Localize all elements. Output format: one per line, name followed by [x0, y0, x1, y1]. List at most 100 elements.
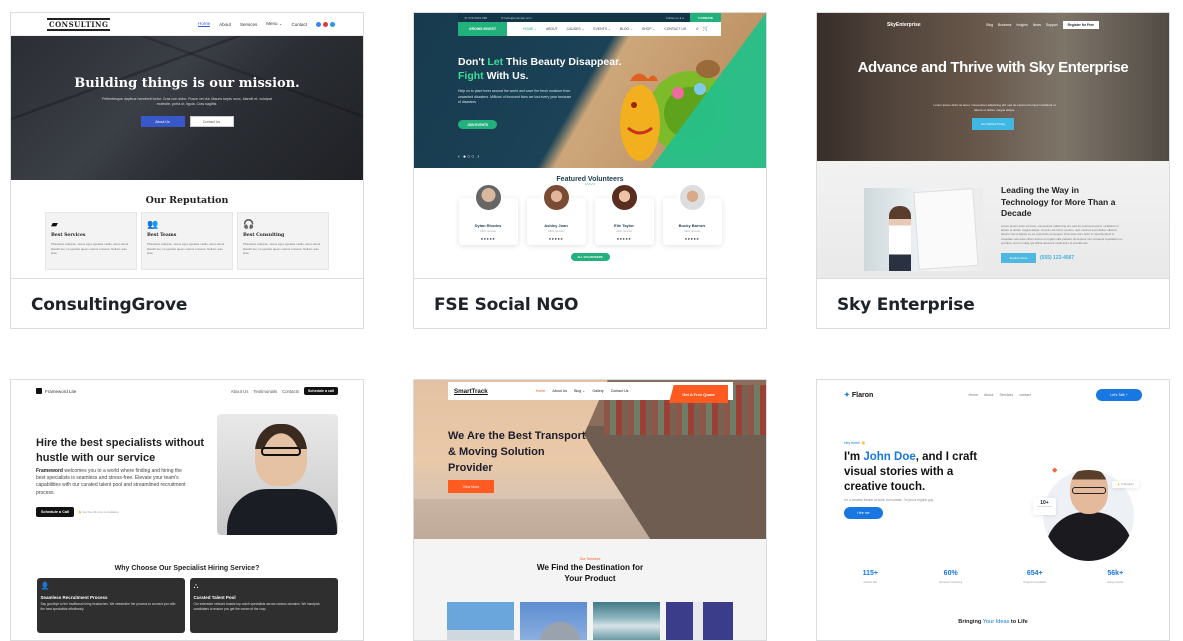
preview-nav-item: SHOP ⌄	[641, 27, 656, 31]
wave-divider-icon: 〰〰	[584, 182, 595, 188]
feature-title: Curated Talent Pool	[193, 595, 236, 600]
preview-nav-item: Support	[1046, 23, 1058, 27]
volunteer-role: CEO, Envato	[547, 229, 565, 233]
preview-nav-item: Business	[998, 23, 1012, 27]
volunteer-name: Dylan Rhodes	[474, 223, 502, 228]
preview-nav-item: EVENTS ⌄	[593, 27, 611, 31]
feature-text: Our extensive network boasts top-notch s…	[193, 602, 320, 611]
theme-screenshot[interactable]: ☏ 078 9623 298 ✉ hello@example.com Follo…	[414, 13, 766, 279]
theme-screenshot[interactable]: SmartTrack Home About Us Blog ⌄ Gallery …	[414, 380, 766, 640]
preview-hero: Hey there! 👋 I'm John Doe, and I craft v…	[817, 410, 1169, 561]
preview-nav-item: Contact Us	[610, 389, 629, 393]
preview-nav-item: ABOUT	[545, 27, 558, 31]
preview-nav-item: Contacts	[282, 388, 300, 394]
theme-card-flaron[interactable]: ✦ Flaron Home About Services contact Let'…	[816, 379, 1170, 641]
avatar	[541, 183, 571, 212]
theme-name[interactable]: ConsultingGrove	[11, 279, 363, 328]
cart-icon: 🛒	[702, 26, 710, 32]
theme-card-smarttrack[interactable]: SmartTrack Home About Us Blog ⌄ Gallery …	[413, 379, 767, 641]
volunteer-card: Elle Taylor CEO, Envato ●●●●●	[594, 183, 654, 245]
preview-hero: SkyEnterprise Blog Business Insights New…	[817, 13, 1169, 161]
volunteer-name: Elle Taylor	[614, 223, 634, 228]
theme-screenshot[interactable]: SkyEnterprise Blog Business Insights New…	[817, 13, 1169, 279]
preview-topbar: ☏ 078 9623 298 ✉ hello@example.com Follo…	[458, 13, 721, 22]
preview-hero-text: Pellentesque dapibus hendrerit tortor. C…	[102, 97, 272, 106]
volunteer-role: CEO, Envato	[615, 229, 633, 233]
theme-card-fse-social-ngo[interactable]: ☏ 078 9623 298 ✉ hello@example.com Follo…	[413, 12, 767, 329]
preview-hero-title: Don't Let This Beauty Disappear. Fight W…	[458, 56, 622, 82]
schedule-call-button: Schedule a Call	[36, 507, 75, 517]
preview-nav-item: Gallery	[592, 389, 604, 393]
theme-name[interactable]: FSE Social NGO	[414, 279, 766, 328]
preview-nav-item: News	[1032, 23, 1042, 27]
preview-hero-title: Building things is our mission.	[74, 76, 300, 91]
network-icon: ⛬	[193, 583, 199, 590]
stat-item: 654+ Projects Completed	[1023, 570, 1047, 584]
preview-nav: ✦ Flaron Home About Services contact Let'…	[817, 380, 1169, 410]
preview-hero-title: Advance and Thrive with Sky Enterprise	[857, 59, 1129, 76]
preview-logo: ✦ Flaron	[844, 391, 874, 400]
preview-nav-item: Blog	[986, 23, 994, 27]
preview-nav-item: CONTACT US	[664, 27, 687, 31]
avatar	[609, 183, 639, 212]
preview-nav-item: About	[984, 393, 994, 397]
preview-nav-item: Testimonials	[253, 388, 278, 394]
preview-hero-title: Hire the best specialists without hustle…	[36, 437, 205, 464]
theme-screenshot[interactable]: Frameword Lite About Us Testimonials Con…	[11, 380, 363, 640]
theme-card-frameword-lite[interactable]: Frameword Lite About Us Testimonials Con…	[10, 379, 364, 641]
theme-screenshot[interactable]: ✦ Flaron Home About Services contact Let'…	[817, 380, 1169, 640]
preview-nav-item: Services	[239, 21, 258, 27]
feature-box: 👤 Seamless Recruitment Process Say goodb…	[36, 578, 185, 633]
social-icon	[323, 21, 328, 27]
preview-nav-item: BLOG ⌄	[619, 27, 633, 31]
presenter-image	[864, 188, 983, 271]
preview-logo: CONSULTING	[47, 17, 111, 31]
lets-talk-button: Let's Talk +	[1095, 389, 1142, 401]
feature-text: Phasellus volutpat, metus eget egestas m…	[51, 242, 129, 255]
figma-icon: ◆	[1052, 467, 1058, 474]
volunteer-role: CEO, Envato	[683, 229, 701, 233]
preview-nav: CONSULTING Home About Services Menu ⌄ Co…	[11, 13, 363, 36]
preview-about-button: About Us	[140, 116, 185, 127]
view-more-button: View More	[448, 480, 494, 493]
volunteer-card: Bucky Barnes CEO, Envato ●●●●●	[662, 183, 722, 245]
preview-logo: SkyEnterprise	[887, 22, 921, 28]
preview-hero: Building things is our mission. Pellente…	[11, 36, 363, 180]
preview-hero-text: I'm a creative thinker at work, but outs…	[844, 498, 934, 502]
feature-title: Best Services	[51, 233, 86, 238]
service-image	[447, 602, 514, 640]
theme-card-sky-enterprise[interactable]: SkyEnterprise Blog Business Insights New…	[816, 12, 1170, 329]
theme-card-consultinggrove[interactable]: CONSULTING Home About Services Menu ⌄ Co…	[10, 12, 364, 329]
donate-button: ♥ DONATE	[689, 13, 721, 22]
preview-nav-item: About Us	[230, 388, 249, 394]
feature-box: ▰ Best Services Phasellus volutpat, metu…	[45, 212, 137, 270]
social-icons: ●●●●●	[480, 236, 496, 241]
preview-nav-item: Contact	[291, 21, 307, 27]
section-tag: Our Services	[579, 557, 601, 561]
volunteer-card: Ashley Joan CEO, Envato ●●●●●	[526, 183, 586, 245]
theme-screenshot[interactable]: CONSULTING Home About Services Menu ⌄ Co…	[11, 13, 363, 279]
preview-section-text: Lorem ipsum dolor sit amet, consectetur …	[1001, 223, 1123, 246]
preview-nav: Frameword Lite About Us Testimonials Con…	[11, 380, 363, 402]
social-icons: ●●●●●	[548, 236, 564, 241]
stat-item: 56k+ Happy Clients	[1107, 570, 1124, 584]
preview-section: Our Reputation ▰ Best Services Phasellus…	[11, 180, 363, 270]
feature-title: Seamless Recruitment Process	[40, 595, 108, 600]
preview-section: Leading the Way in Technology for More T…	[817, 161, 1169, 278]
preview-hero-title: We Are the Best Transport & Moving Solut…	[448, 430, 586, 474]
preview-section-title: Bringing Your Ideas to Life	[958, 619, 1028, 625]
preview-nav-item: contact	[1019, 393, 1031, 397]
social-icons: ●●●●●	[616, 236, 632, 241]
logo-icon	[36, 388, 42, 394]
logo-icon: ✦	[844, 392, 850, 399]
social-icons	[316, 21, 335, 27]
theme-name[interactable]: Sky Enterprise	[817, 279, 1169, 328]
phone-number: (555) 123-4567	[1040, 254, 1075, 261]
preview-nav-item: HOME ⌄	[523, 27, 537, 31]
preview-hero-text: Frameword welcomes you to a world where …	[36, 468, 186, 496]
preview-contact-button: Contact Us	[189, 116, 234, 127]
preview-logo: Frameword Lite	[36, 388, 76, 394]
feature-text: Say goodbye to the traditional hiring he…	[40, 602, 176, 611]
topbar-follow: Follow us ● ●	[665, 15, 684, 20]
feature-box: 🎧 Best Consulting Phasellus volutpat, me…	[237, 212, 329, 270]
